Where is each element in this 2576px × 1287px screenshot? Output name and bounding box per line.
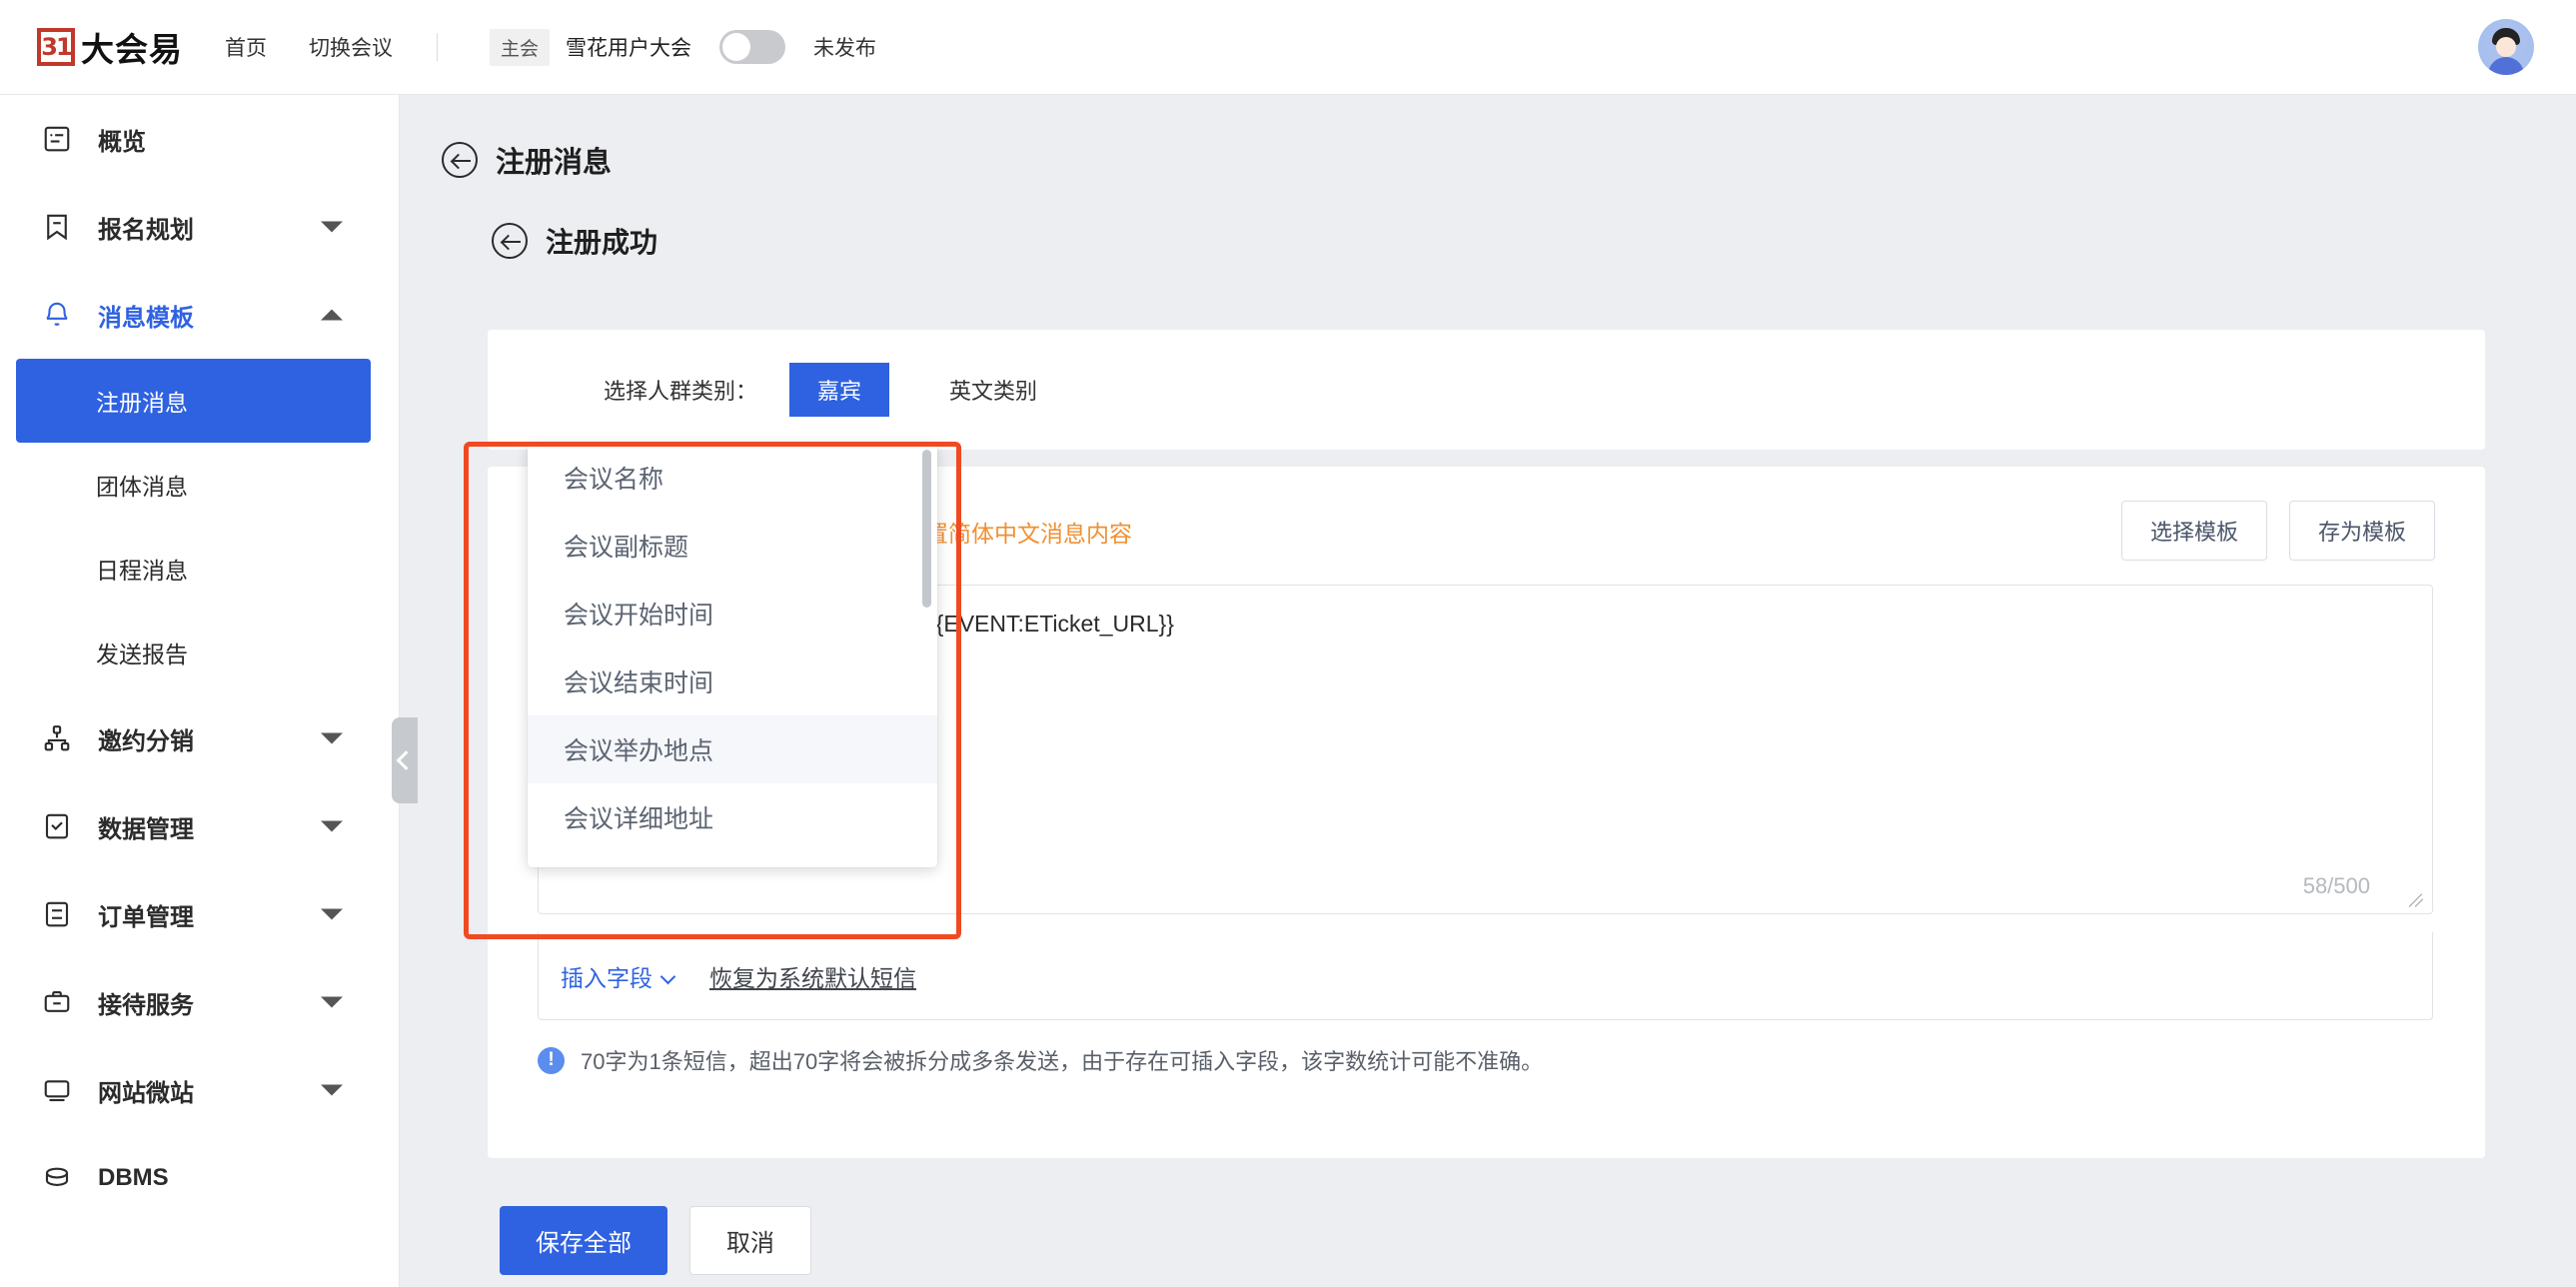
sidebar-label-registration-plan: 报名规划 [98,216,194,244]
database-icon [40,1161,74,1195]
chevron-down-icon[interactable] [321,820,343,832]
insert-field-row: 插入字段 恢复为系统默认短信 [538,932,2433,1020]
category-label: 选择人群类别： [604,379,758,404]
sidebar-collapse-handle[interactable] [392,717,418,803]
sub-header: 注册成功 [492,221,2576,261]
info-icon: ! [538,1046,565,1074]
sidebar-item-registration-message[interactable]: 注册消息 [16,359,371,443]
conference-type-tag: 主会 [490,28,551,66]
sidebar-sublabel-registration-message: 注册消息 [96,390,188,416]
insert-field-dropdown[interactable]: 插入字段 [561,959,676,993]
avatar-face [2496,37,2516,57]
dropdown-item[interactable]: 会议结束时间 [528,647,937,715]
category-tab-guest[interactable]: 嘉宾 [789,363,890,417]
restore-default-sms-link[interactable]: 恢复为系统默认短信 [709,959,916,993]
sidebar: 概览 报名规划 消息模板 注册消息 团体消息 日程消息 发送报告 邀约分销 数据… [0,95,400,1287]
sidebar-item-registration-plan[interactable]: 报名规划 [0,183,399,271]
briefcase-icon [40,985,74,1019]
save-as-template-button[interactable]: 存为模板 [2288,501,2435,561]
sidebar-item-overview[interactable]: 概览 [0,95,399,183]
sidebar-item-message-template[interactable]: 消息模板 [0,271,399,359]
category-row: 选择人群类别： 嘉宾 英文类别 [488,330,2485,450]
sms-tip-row: ! 70字为1条短信，超出70字将会被拆分成多条发送，由于存在可插入字段，该字数… [538,1044,1543,1076]
chevron-down-icon[interactable] [321,732,343,744]
sidebar-item-dbms[interactable]: DBMS [0,1134,399,1222]
logo-badge-icon: 31 [37,28,75,66]
chevron-down-icon[interactable] [321,1084,343,1096]
top-navigation-bar: 31 大会易 首页 切换会议 主会 雪花用户大会 未发布 [0,0,2576,95]
sidebar-item-reception-service[interactable]: 接待服务 [0,958,399,1046]
sidebar-sublabel-group-message: 团体消息 [96,474,188,500]
sidebar-label-order-management: 订单管理 [98,903,194,931]
nav-home[interactable]: 首页 [225,32,267,62]
cancel-button[interactable]: 取消 [689,1206,811,1275]
sidebar-item-invite-distribution[interactable]: 邀约分销 [0,694,399,782]
sidebar-sublabel-agenda-message: 日程消息 [96,558,188,584]
save-all-button[interactable]: 保存全部 [500,1206,667,1275]
sidebar-label-reception-service: 接待服务 [98,991,194,1019]
sidebar-item-send-report[interactable]: 发送报告 [0,611,399,694]
insert-field-label: 插入字段 [561,964,652,991]
bookmark-icon [40,210,74,244]
app-logo[interactable]: 31 大会易 [37,23,183,71]
sidebar-item-website-microsite[interactable]: 网站微站 [0,1046,399,1134]
chevron-down-icon[interactable] [321,996,343,1008]
logo-text: 大会易 [81,31,183,68]
sidebar-label-overview: 概览 [98,128,146,156]
publish-status-label: 未发布 [813,37,877,60]
sidebar-label-dbms: DBMS [98,1164,169,1191]
chevron-down-icon [659,968,676,984]
textarea-resize-handle[interactable] [2410,892,2426,908]
select-template-button[interactable]: 选择模板 [2120,501,2267,561]
chevron-down-icon[interactable] [321,908,343,920]
character-counter: 58/500 [2302,873,2370,898]
dropdown-item[interactable]: 会议举办地点 [528,715,937,783]
avatar-body [2488,57,2524,75]
footer-action-bar: 保存全部 取消 [500,1206,811,1275]
category-card: 选择人群类别： 嘉宾 英文类别 [488,330,2485,450]
clipboard-check-icon [40,809,74,843]
sidebar-label-data-management: 数据管理 [98,815,194,843]
user-avatar[interactable] [2478,19,2534,75]
share-nodes-icon [40,721,74,755]
dropdown-scrollbar[interactable] [922,450,931,608]
nav-switch-conference[interactable]: 切换会议 [309,32,393,62]
sidebar-item-agenda-message[interactable]: 日程消息 [0,527,399,611]
sidebar-label-invite-distribution: 邀约分销 [98,727,194,755]
monitor-icon [40,1073,74,1107]
sub-page-title: 注册成功 [546,227,658,258]
sidebar-sublabel-send-report: 发送报告 [96,642,188,667]
chevron-up-icon[interactable] [321,309,343,321]
insert-field-dropdown-menu: 会议名称 会议副标题 会议开始时间 会议结束时间 会议举办地点 会议详细地址 [528,444,937,867]
page-title: 注册消息 [496,147,613,179]
chevron-down-icon[interactable] [321,221,343,233]
sidebar-label-message-template: 消息模板 [98,304,194,332]
sidebar-item-order-management[interactable]: 订单管理 [0,870,399,958]
template-button-group: 选择模板 存为模板 [2120,501,2435,561]
sidebar-label-website-microsite: 网站微站 [98,1079,194,1107]
bell-icon [40,298,74,332]
dropdown-item[interactable]: 会议开始时间 [528,580,937,647]
dropdown-item[interactable]: 会议副标题 [528,512,937,580]
sms-tip-text: 70字为1条短信，超出70字将会被拆分成多条发送，由于存在可插入字段，该字数统计… [581,1049,1544,1074]
dropdown-item[interactable]: 会议详细地址 [528,783,937,851]
nav-divider [437,33,438,61]
overview-icon [40,122,74,156]
dropdown-item[interactable]: 会议名称 [528,444,937,512]
conference-name: 雪花用户大会 [566,37,692,60]
back-arrow-icon[interactable] [492,223,528,259]
page-header: 注册消息 [442,139,2576,181]
category-tab-english[interactable]: 英文类别 [921,363,1065,417]
list-icon [40,897,74,931]
sidebar-item-group-message[interactable]: 团体消息 [0,443,399,527]
back-arrow-icon[interactable] [442,142,478,178]
sidebar-item-data-management[interactable]: 数据管理 [0,782,399,870]
publish-toggle[interactable] [719,30,786,64]
